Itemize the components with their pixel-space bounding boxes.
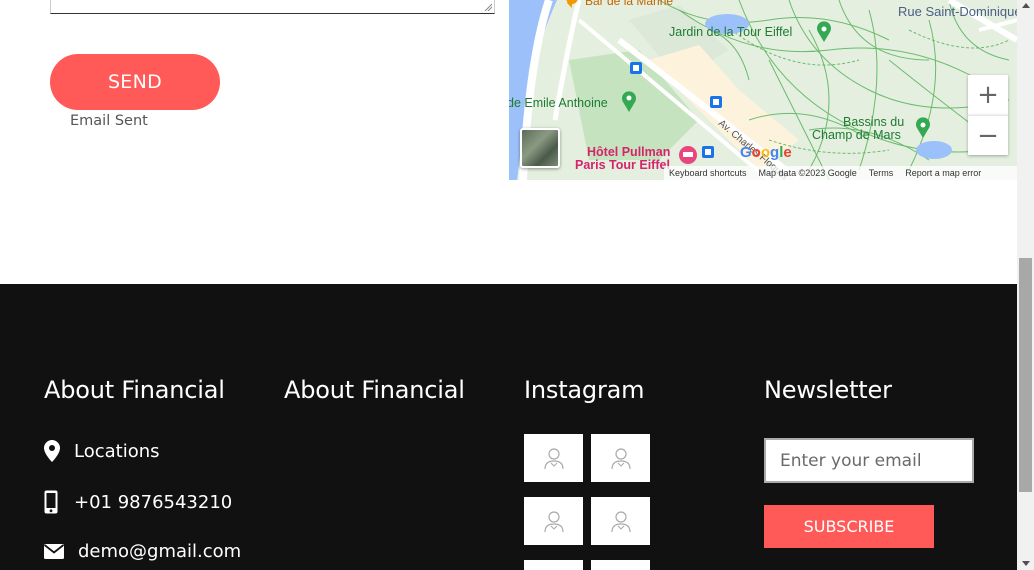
- instagram-tile[interactable]: [591, 497, 650, 545]
- page: SEND Email Sent Bar de la Marine Rue Sai…: [0, 0, 1034, 570]
- map-label-bar-marine: Bar de la Marine: [585, 0, 674, 8]
- contact-location-text: Locations: [74, 440, 160, 462]
- envelope-icon: [44, 544, 72, 559]
- terms-link[interactable]: Terms: [869, 168, 894, 178]
- page-scrollbar[interactable]: [1017, 0, 1034, 570]
- map-label-hotel-line2: Paris Tour Eiffel: [575, 158, 670, 172]
- instagram-tile[interactable]: [524, 497, 583, 545]
- map-label-champ: Champ de Mars: [812, 128, 901, 142]
- email-sent-status: Email Sent: [70, 113, 148, 129]
- contact-phone-text: +01 9876543210: [74, 491, 233, 513]
- contact-email-text: demo@gmail.com: [78, 541, 242, 562]
- user-placeholder-icon: [610, 511, 631, 533]
- contact-email: demo@gmail.com: [44, 541, 241, 562]
- zoom-out-button[interactable]: −: [968, 115, 1008, 155]
- subscribe-button[interactable]: SUBSCRIBE: [764, 505, 934, 548]
- contact-location: Locations: [44, 440, 160, 462]
- footer-title-instagram: Instagram: [524, 376, 645, 404]
- google-logo: Google: [740, 144, 792, 161]
- contact-phone: +01 9876543210: [44, 490, 232, 514]
- instagram-tile[interactable]: [591, 560, 650, 570]
- instagram-tile[interactable]: [524, 434, 583, 482]
- keyboard-shortcuts-link[interactable]: Keyboard shortcuts: [669, 168, 747, 178]
- user-placeholder-icon: [610, 448, 631, 470]
- report-error-link[interactable]: Report a map error: [905, 168, 981, 178]
- message-textarea[interactable]: [50, 0, 495, 14]
- map-data-text: Map data ©2023 Google: [758, 168, 857, 178]
- satellite-toggle[interactable]: [520, 128, 560, 168]
- scroll-down-arrow-icon[interactable]: [1022, 561, 1030, 566]
- map-label-hotel-line1: Hôtel Pullman: [587, 145, 671, 159]
- newsletter-email-input[interactable]: [764, 438, 974, 483]
- zoom-in-button[interactable]: +: [968, 75, 1008, 115]
- map-marker-icon: [44, 440, 68, 462]
- scroll-up-arrow-icon[interactable]: [1022, 3, 1030, 8]
- map-attribution: Keyboard shortcuts Map data ©2023 Google…: [664, 166, 1017, 180]
- user-placeholder-icon: [543, 511, 564, 533]
- resize-handle-icon[interactable]: [484, 3, 492, 11]
- user-placeholder-icon: [543, 448, 564, 470]
- footer-title-about-1: About Financial: [44, 376, 225, 404]
- google-map[interactable]: Bar de la Marine Rue Saint-Dominique Jar…: [509, 0, 1017, 180]
- map-label-jardin: Jardin de la Tour Eiffel: [669, 25, 793, 39]
- scroll-thumb[interactable]: [1019, 258, 1032, 492]
- instagram-tile[interactable]: [591, 434, 650, 482]
- map-label-rue-dominique: Rue Saint-Dominique: [898, 4, 1017, 19]
- footer-title-about-2: About Financial: [284, 376, 465, 404]
- map-label-emile: de Emile Anthoine: [509, 96, 608, 110]
- footer-title-newsletter: Newsletter: [764, 376, 892, 404]
- instagram-tile[interactable]: [524, 560, 583, 570]
- mobile-phone-icon: [44, 490, 68, 514]
- map-label-bassins: Bassins du: [843, 115, 905, 129]
- send-button[interactable]: SEND: [50, 54, 220, 110]
- footer: About Financial About Financial Instagra…: [0, 284, 1017, 570]
